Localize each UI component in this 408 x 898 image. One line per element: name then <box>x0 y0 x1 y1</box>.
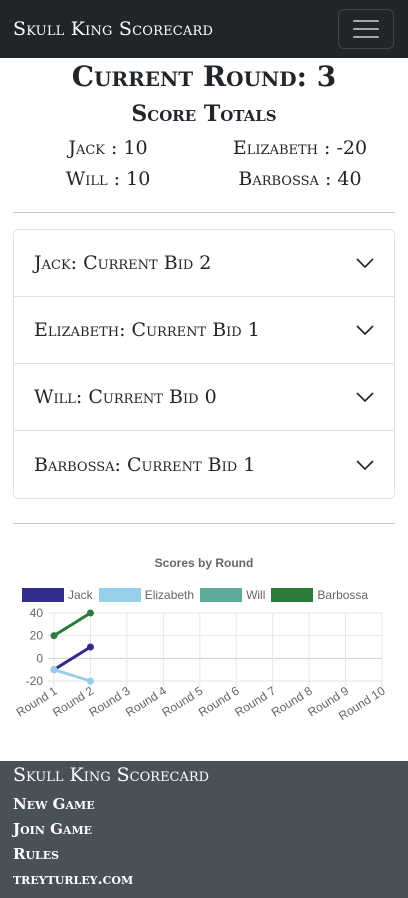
data-point <box>86 677 94 685</box>
x-tick-label: Round 1 <box>14 684 60 720</box>
score-totals-grid: Jack : 10 Elizabeth : -20 Will : 10 Barb… <box>0 135 408 192</box>
x-tick-label: Round 8 <box>269 684 315 720</box>
navbar-brand[interactable]: Skull King Scorecard <box>13 18 213 40</box>
bid-item-jack[interactable]: Jack: Current Bid 2 <box>14 230 394 297</box>
y-tick-label: 0 <box>36 651 43 665</box>
divider <box>13 523 395 524</box>
series-line <box>53 611 92 637</box>
bid-label: Barbossa: Current Bid 1 <box>34 453 256 476</box>
data-point <box>50 666 58 674</box>
score-total-elizabeth: Elizabeth : -20 <box>232 137 368 159</box>
hamburger-icon-bar <box>353 36 379 38</box>
data-point <box>86 643 94 651</box>
footer-links: New Game Join Game Rules treyturley.com <box>13 792 395 892</box>
footer-link-join-game[interactable]: Join Game <box>13 817 395 842</box>
bid-item-barbossa[interactable]: Barbossa: Current Bid 1 <box>14 431 394 498</box>
data-point <box>86 609 94 617</box>
bid-label: Elizabeth: Current Bid 1 <box>34 319 260 341</box>
score-totals-title: Score Totals <box>131 101 277 127</box>
y-tick-label: 40 <box>30 606 44 620</box>
score-total-barbossa: Barbossa : 40 <box>238 168 362 190</box>
divider <box>13 212 395 213</box>
bid-item-will[interactable]: Will: Current Bid 0 <box>14 364 394 431</box>
hamburger-icon-bar <box>353 20 379 22</box>
main-content: Current Round: 3 Score Totals Jack : 10 … <box>0 60 408 524</box>
data-point <box>50 632 58 640</box>
footer-link-rules[interactable]: Rules <box>13 842 395 867</box>
scores-chart: Scores by Round Jack Elizabeth Will Barb… <box>0 545 408 760</box>
footer-link-treyturley[interactable]: treyturley.com <box>13 867 395 892</box>
bid-item-elizabeth[interactable]: Elizabeth: Current Bid 1 <box>14 297 394 364</box>
bids-accordion: Jack: Current Bid 2 Elizabeth: Current B… <box>13 229 395 499</box>
y-tick-label: 20 <box>30 629 44 643</box>
x-tick-label: Round 7 <box>232 684 278 720</box>
x-tick-label: Round 5 <box>159 684 205 720</box>
series-line <box>53 668 91 683</box>
bid-label: Jack: Current Bid 2 <box>34 252 212 274</box>
current-round-title: Current Round: 3 <box>71 60 337 93</box>
bid-label: Will: Current Bid 0 <box>34 386 217 408</box>
score-total-will: Will : 10 <box>65 168 151 190</box>
chevron-down-icon <box>356 325 374 335</box>
score-total-jack: Jack : 10 <box>68 137 148 159</box>
x-tick-label: Round 4 <box>123 684 169 720</box>
chevron-down-icon <box>356 459 374 470</box>
y-tick-label: -20 <box>26 674 44 688</box>
footer: Skull King Scorecard New Game Join Game … <box>0 761 408 898</box>
x-tick-label: Round 3 <box>87 684 133 720</box>
footer-link-new-game[interactable]: New Game <box>13 792 395 817</box>
navbar: Skull King Scorecard <box>0 0 408 58</box>
menu-toggle-button[interactable] <box>338 9 394 49</box>
chart-plot: 40200-20Round 1Round 2Round 3Round 4Roun… <box>14 606 388 723</box>
chevron-down-icon <box>356 392 374 402</box>
chevron-down-icon <box>356 258 374 268</box>
x-tick-label: Round 2 <box>50 684 96 720</box>
footer-brand: Skull King Scorecard <box>13 764 210 786</box>
x-tick-label: Round 6 <box>196 684 242 720</box>
hamburger-icon-bar <box>353 28 379 30</box>
